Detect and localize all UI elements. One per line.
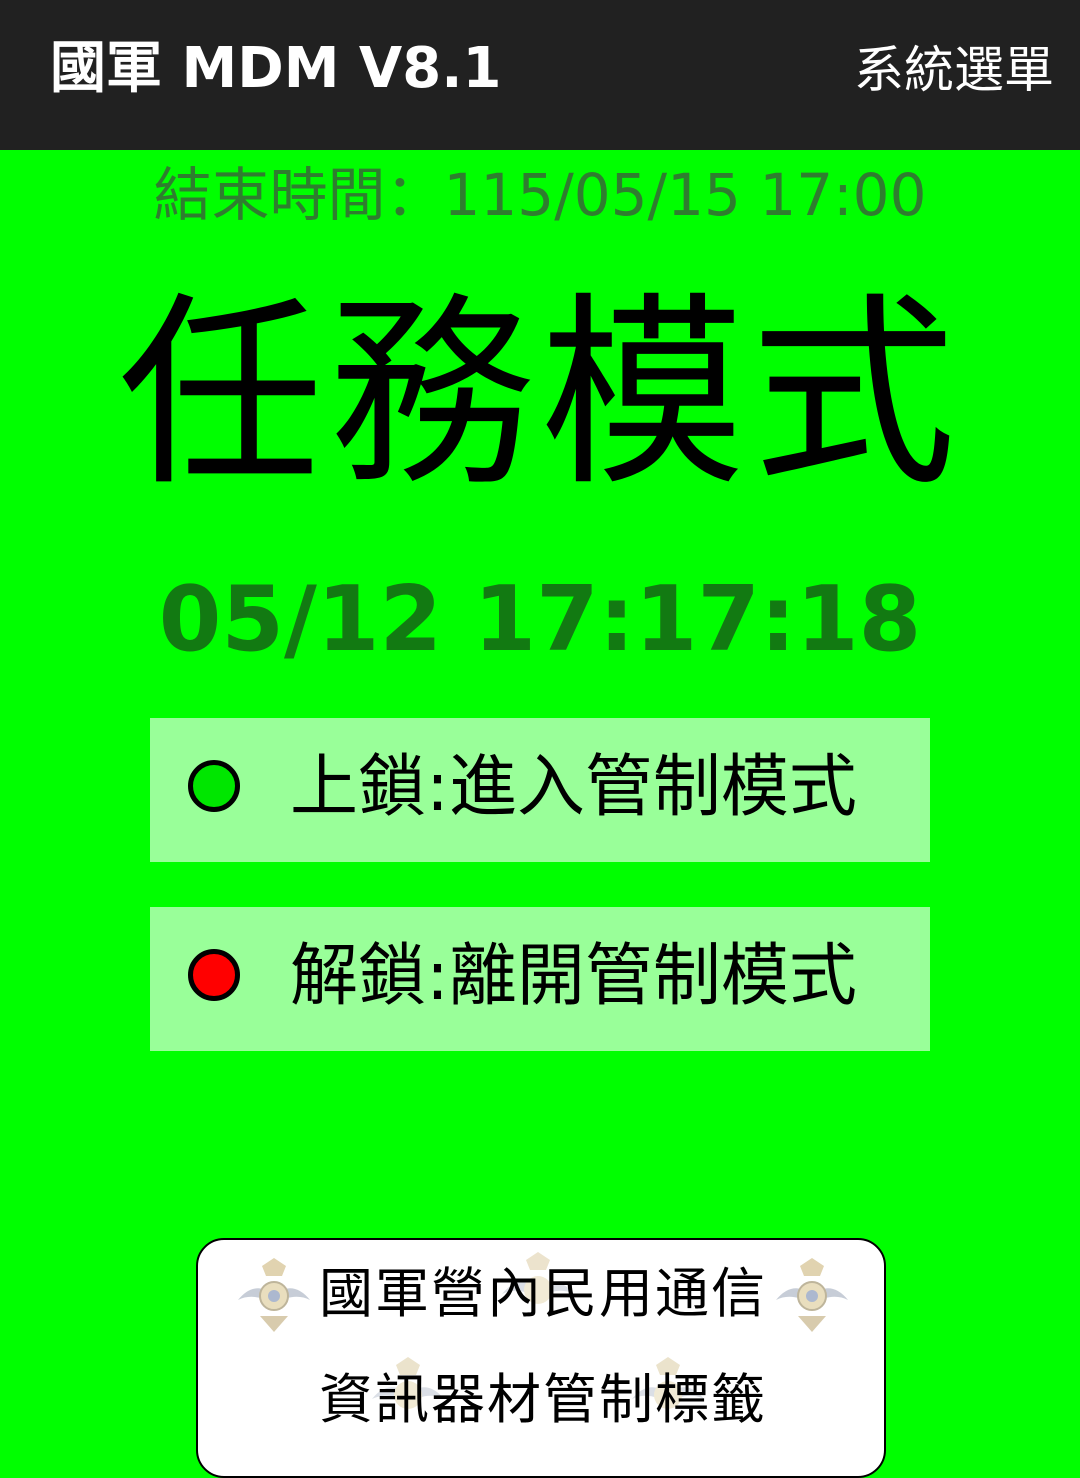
app-bar: 國軍 MDM V8.1 系統選單 [0,0,1080,150]
mode-title: 任務模式 [118,276,962,514]
unlock-button-label: 解鎖:離開管制模式 [290,937,857,1016]
unlock-button[interactable]: 解鎖:離開管制模式 [150,907,930,1051]
lock-button[interactable]: 上鎖:進入管制模式 [150,718,930,862]
green-circle-icon [188,760,240,812]
red-circle-icon [188,949,240,1001]
current-time-clock: 05/12 17:17:18 [158,567,922,672]
system-menu-button[interactable]: 系統選單 [854,36,1054,104]
end-time-text: 結束時間：115/05/15 17:00 [153,161,927,229]
lock-button-label: 上鎖:進入管制模式 [290,748,857,827]
tag-title-line-1: 國軍營內民用通信 [319,1262,767,1325]
app-title: 國軍 MDM V8.1 [50,36,502,101]
tag-title-line-2: 資訊器材管制標籤 [319,1368,767,1431]
main-content: 結束時間：115/05/15 17:00 任務模式 05/12 17:17:18… [0,150,1080,1478]
control-tag-card: 國軍營內民用通信 資訊器材管制標籤 [196,1238,886,1478]
